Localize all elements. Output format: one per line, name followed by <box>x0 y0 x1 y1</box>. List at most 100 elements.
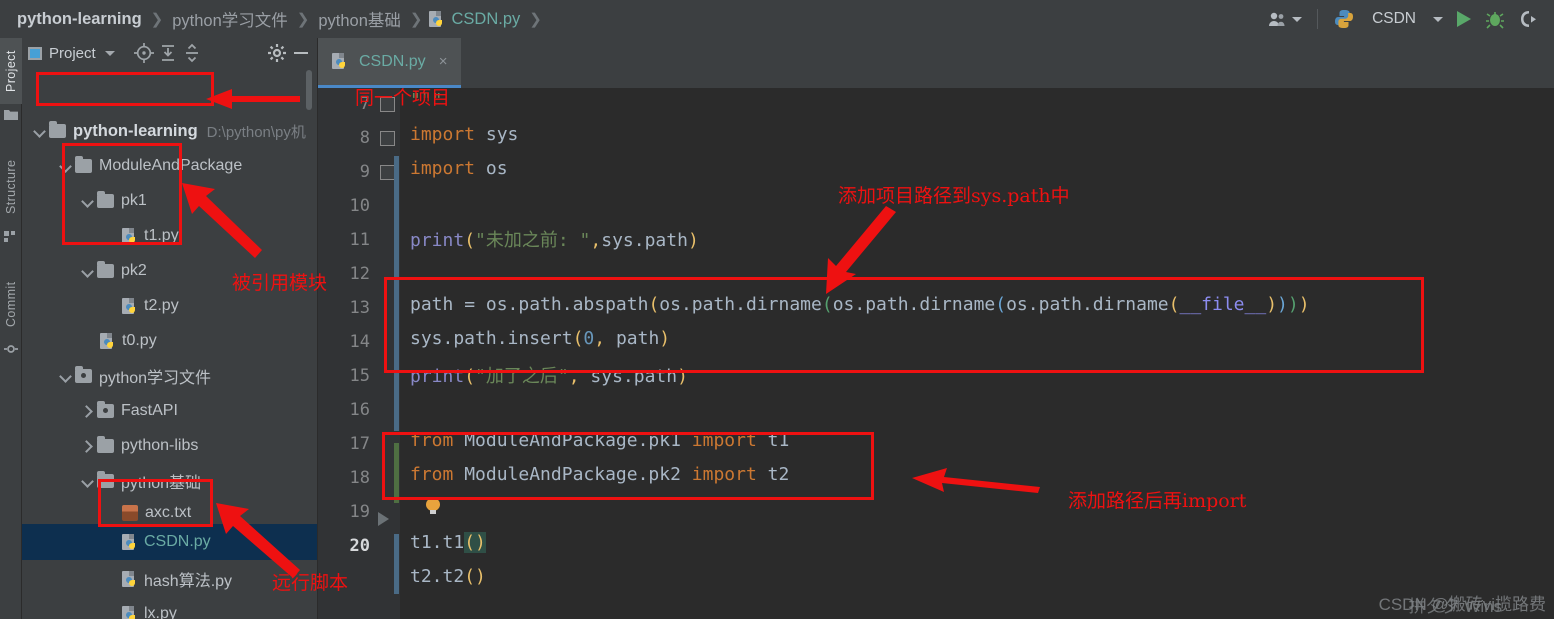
watermark: CSDN @搬砖vi揽路费 拼夕夕 Wins <box>1379 590 1546 616</box>
line-number: 15 <box>349 366 370 386</box>
line-number: 8 <box>359 128 370 148</box>
run-toolbar: CSDN <box>1261 0 1546 38</box>
tree-item-python-libs[interactable]: python-libs <box>80 431 198 461</box>
run-config-chevron-down-icon[interactable] <box>1426 0 1450 38</box>
fold-marker-icon[interactable] <box>380 165 395 180</box>
tree-item-t1-py[interactable]: t1.py <box>122 221 179 251</box>
collapse-all-icon[interactable] <box>182 43 202 63</box>
sidebar-tab-structure[interactable]: Structure <box>0 148 22 226</box>
editor-tab-csdn-py[interactable]: CSDN.py × <box>318 38 462 88</box>
user-group-icon[interactable] <box>1261 0 1309 38</box>
tree-item-t2-py[interactable]: t2.py <box>122 291 179 321</box>
chevron-right-icon[interactable] <box>80 404 94 418</box>
line-number: 9 <box>359 162 370 182</box>
editor-tab-strip: CSDN.py × <box>318 38 1554 88</box>
python-file-icon <box>122 297 137 315</box>
watermark-overlay-text: 拼夕夕 Wins <box>1408 597 1503 616</box>
breadcrumb-separator-icon: ❯ <box>529 11 542 28</box>
tree-item-label: python-libs <box>121 437 199 454</box>
tree-item-path-hint: D:\python\py机 <box>206 123 306 141</box>
folder-icon <box>4 108 18 122</box>
python-interpreter-icon[interactable] <box>1326 0 1362 38</box>
intention-bulb-icon[interactable] <box>426 498 440 516</box>
tree-item-label: FastAPI <box>121 402 178 419</box>
breadcrumb-item-folder-1[interactable]: python学习文件 <box>169 7 291 31</box>
tree-item-label: CSDN.py <box>144 533 211 550</box>
breadcrumb-separator-icon: ❯ <box>409 11 423 28</box>
expand-all-icon[interactable] <box>158 43 178 63</box>
toolbar-divider <box>1317 9 1319 29</box>
sidebar-tab-commit[interactable]: Commit <box>0 270 22 338</box>
editor-change-bar <box>394 156 399 431</box>
left-tool-strip: Project Structure Commit <box>0 38 22 619</box>
editor-gutter: 7 8 9 10 11 12 13 14 15 16 17 18 19 20 <box>318 88 400 619</box>
tree-item-label: t0.py <box>122 332 157 349</box>
tree-item-label: hash算法.py <box>144 573 233 590</box>
breadcrumb-item-project[interactable]: python-learning <box>14 10 145 29</box>
debug-icon[interactable] <box>1478 0 1512 38</box>
python-file-icon <box>122 227 137 245</box>
line-number: 16 <box>349 400 370 420</box>
close-icon[interactable]: × <box>439 53 448 70</box>
tree-item-hash-algorithm-py[interactable]: hash算法.py <box>122 564 232 594</box>
tree-item-pk2[interactable]: pk2 <box>80 256 147 286</box>
folder-icon <box>49 121 66 138</box>
tree-item-label: lx.py <box>144 605 177 619</box>
tree-item-t0-py[interactable]: t0.py <box>100 326 157 356</box>
run-icon[interactable] <box>1450 0 1478 38</box>
chevron-down-icon <box>1292 16 1303 22</box>
chevron-down-icon[interactable] <box>32 124 46 138</box>
code-lines: """ import sys import os print("未加之前: ",… <box>410 90 1310 587</box>
tree-item-python-learning[interactable]: python-learning D:\python\py机 <box>32 116 306 146</box>
tree-item-python-study-files[interactable]: python学习文件 <box>58 361 211 391</box>
tree-item-python-basics[interactable]: python基础 <box>80 466 201 496</box>
line-number: 10 <box>349 196 370 216</box>
line-number: 13 <box>349 298 370 318</box>
select-opened-file-icon[interactable] <box>133 43 154 63</box>
breadcrumb-item-file[interactable]: CSDN.py <box>449 10 524 29</box>
annotation-run-script: 远行脚本 <box>272 572 349 594</box>
tree-item-label: python学习文件 <box>99 370 212 387</box>
tree-item-lx-py[interactable]: lx.py <box>122 599 177 619</box>
tree-item-pk1[interactable]: pk1 <box>80 186 147 216</box>
breadcrumb-item-folder-2[interactable]: python基础 <box>315 7 404 31</box>
project-tree-scrollbar[interactable] <box>306 70 312 110</box>
run-with-coverage-icon[interactable] <box>1512 0 1546 38</box>
code-editor[interactable]: 7 8 9 10 11 12 13 14 15 16 17 18 19 20 "… <box>318 88 1554 619</box>
folder-icon <box>75 156 92 173</box>
run-configuration-selector[interactable]: CSDN <box>1362 10 1426 28</box>
editor-tab-label: CSDN.py <box>359 52 426 70</box>
chevron-down-icon[interactable] <box>80 194 94 208</box>
settings-gear-icon[interactable] <box>267 43 287 63</box>
tree-item-moduleandpackage[interactable]: ModuleAndPackage <box>58 151 242 181</box>
tree-item-fastapi[interactable]: FastAPI <box>80 396 178 426</box>
chevron-down-icon[interactable] <box>58 159 72 173</box>
line-number: 18 <box>349 468 370 488</box>
fold-marker-icon[interactable] <box>380 131 395 146</box>
hide-panel-icon[interactable] <box>291 43 311 63</box>
tree-item-label: axc.txt <box>145 504 192 521</box>
annotation-import-after-path: 添加路径后再import <box>1068 490 1247 512</box>
run-line-marker-icon[interactable] <box>378 512 389 526</box>
python-file-icon <box>122 570 137 588</box>
sidebar-tab-project[interactable]: Project <box>0 38 22 104</box>
line-number-current: 20 <box>349 536 370 556</box>
pycharm-window: python-learning ❯ python学习文件 ❯ python基础 … <box>0 0 1554 619</box>
chevron-right-icon[interactable] <box>80 439 94 453</box>
project-panel-header: Project <box>22 38 317 68</box>
structure-icon <box>4 230 18 244</box>
project-panel-title: Project <box>49 44 96 62</box>
source-folder-icon <box>97 401 114 418</box>
chevron-down-icon[interactable] <box>58 369 72 383</box>
annotation-same-project: 同一个项目 <box>355 87 451 109</box>
tree-item-csdn-py[interactable]: CSDN.py <box>22 524 317 560</box>
chevron-down-icon[interactable] <box>80 474 94 488</box>
breadcrumb-separator-icon: ❯ <box>150 11 164 28</box>
editor-change-bar <box>394 534 399 594</box>
source-folder-icon <box>75 366 92 383</box>
chevron-down-icon[interactable] <box>80 264 94 278</box>
annotation-referenced-module: 被引用模块 <box>232 272 328 294</box>
chevron-down-icon[interactable] <box>100 43 120 63</box>
tree-item-label: t1.py <box>144 227 179 244</box>
text-file-icon <box>122 505 138 521</box>
